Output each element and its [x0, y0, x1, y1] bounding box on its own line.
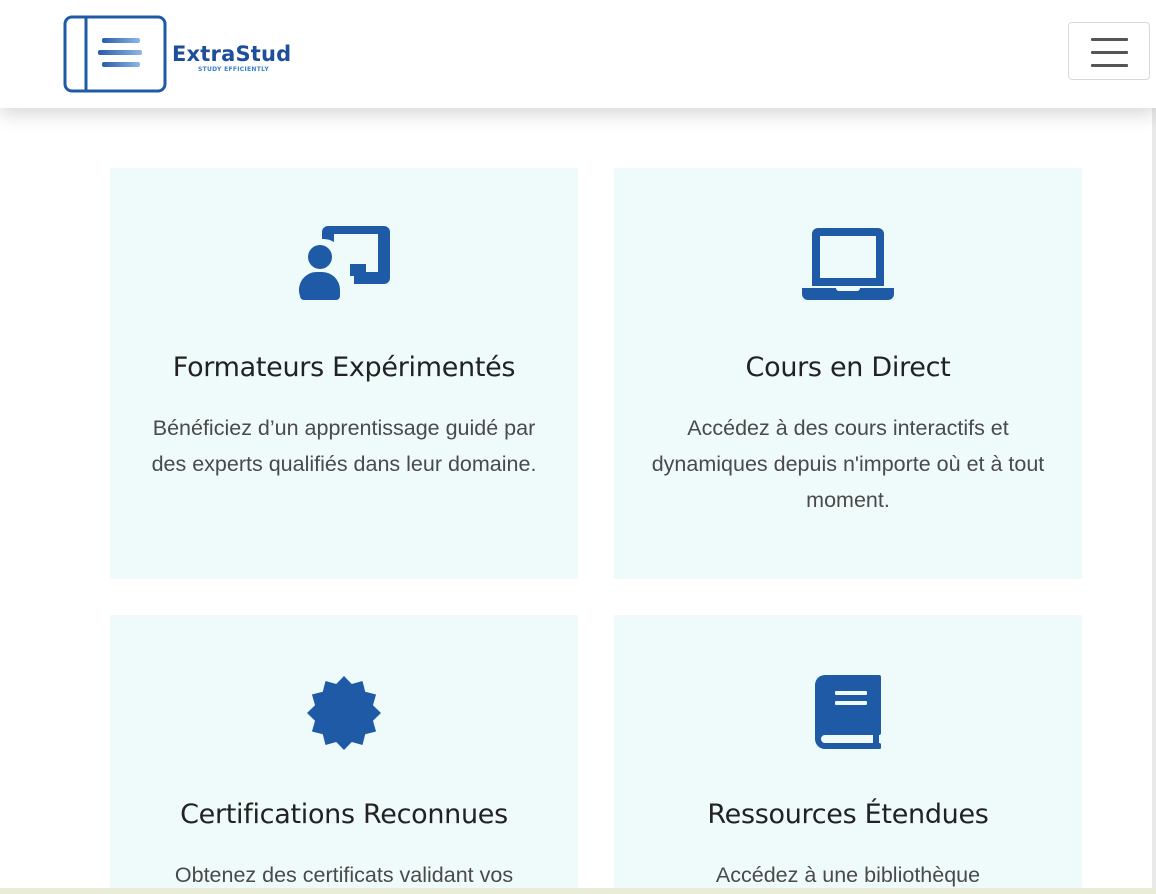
hamburger-icon — [1091, 38, 1128, 41]
feature-title: Ressources Étendues — [707, 799, 989, 830]
scrollbar-edge — [1152, 0, 1156, 894]
feature-title: Certifications Reconnues — [180, 799, 508, 830]
navbar: ExtraStud STUDY EFFICIENTLY — [0, 0, 1156, 108]
logo-book-icon — [63, 15, 167, 93]
feature-card-certifications: Certifications Reconnues Obtenez des cer… — [110, 615, 578, 894]
feature-description: Accédez à des cours interactifs et dynam… — [651, 416, 1045, 512]
book-icon — [614, 675, 1082, 755]
page-bottom-edge — [0, 888, 1156, 894]
laptop-icon — [614, 228, 1082, 308]
chalkboard-teacher-icon — [110, 226, 578, 306]
feature-description: Bénéficiez d’un apprentissage guidé par … — [151, 416, 537, 476]
feature-card-cours: Cours en Direct Accédez à des cours inte… — [614, 168, 1082, 579]
brand-logo[interactable]: ExtraStud STUDY EFFICIENTLY — [62, 14, 322, 94]
brand-tagline: STUDY EFFICIENTLY — [198, 66, 269, 73]
feature-title: Cours en Direct — [745, 352, 951, 383]
feature-card-ressources: Ressources Étendues Accédez à une biblio… — [614, 615, 1082, 894]
menu-toggle-button[interactable] — [1068, 22, 1150, 80]
feature-card-formateurs: Formateurs Expérimentés Bénéficiez d’un … — [110, 168, 578, 579]
brand-name: ExtraStud — [172, 42, 292, 66]
feature-title: Formateurs Expérimentés — [172, 352, 516, 383]
certificate-icon — [110, 675, 578, 755]
